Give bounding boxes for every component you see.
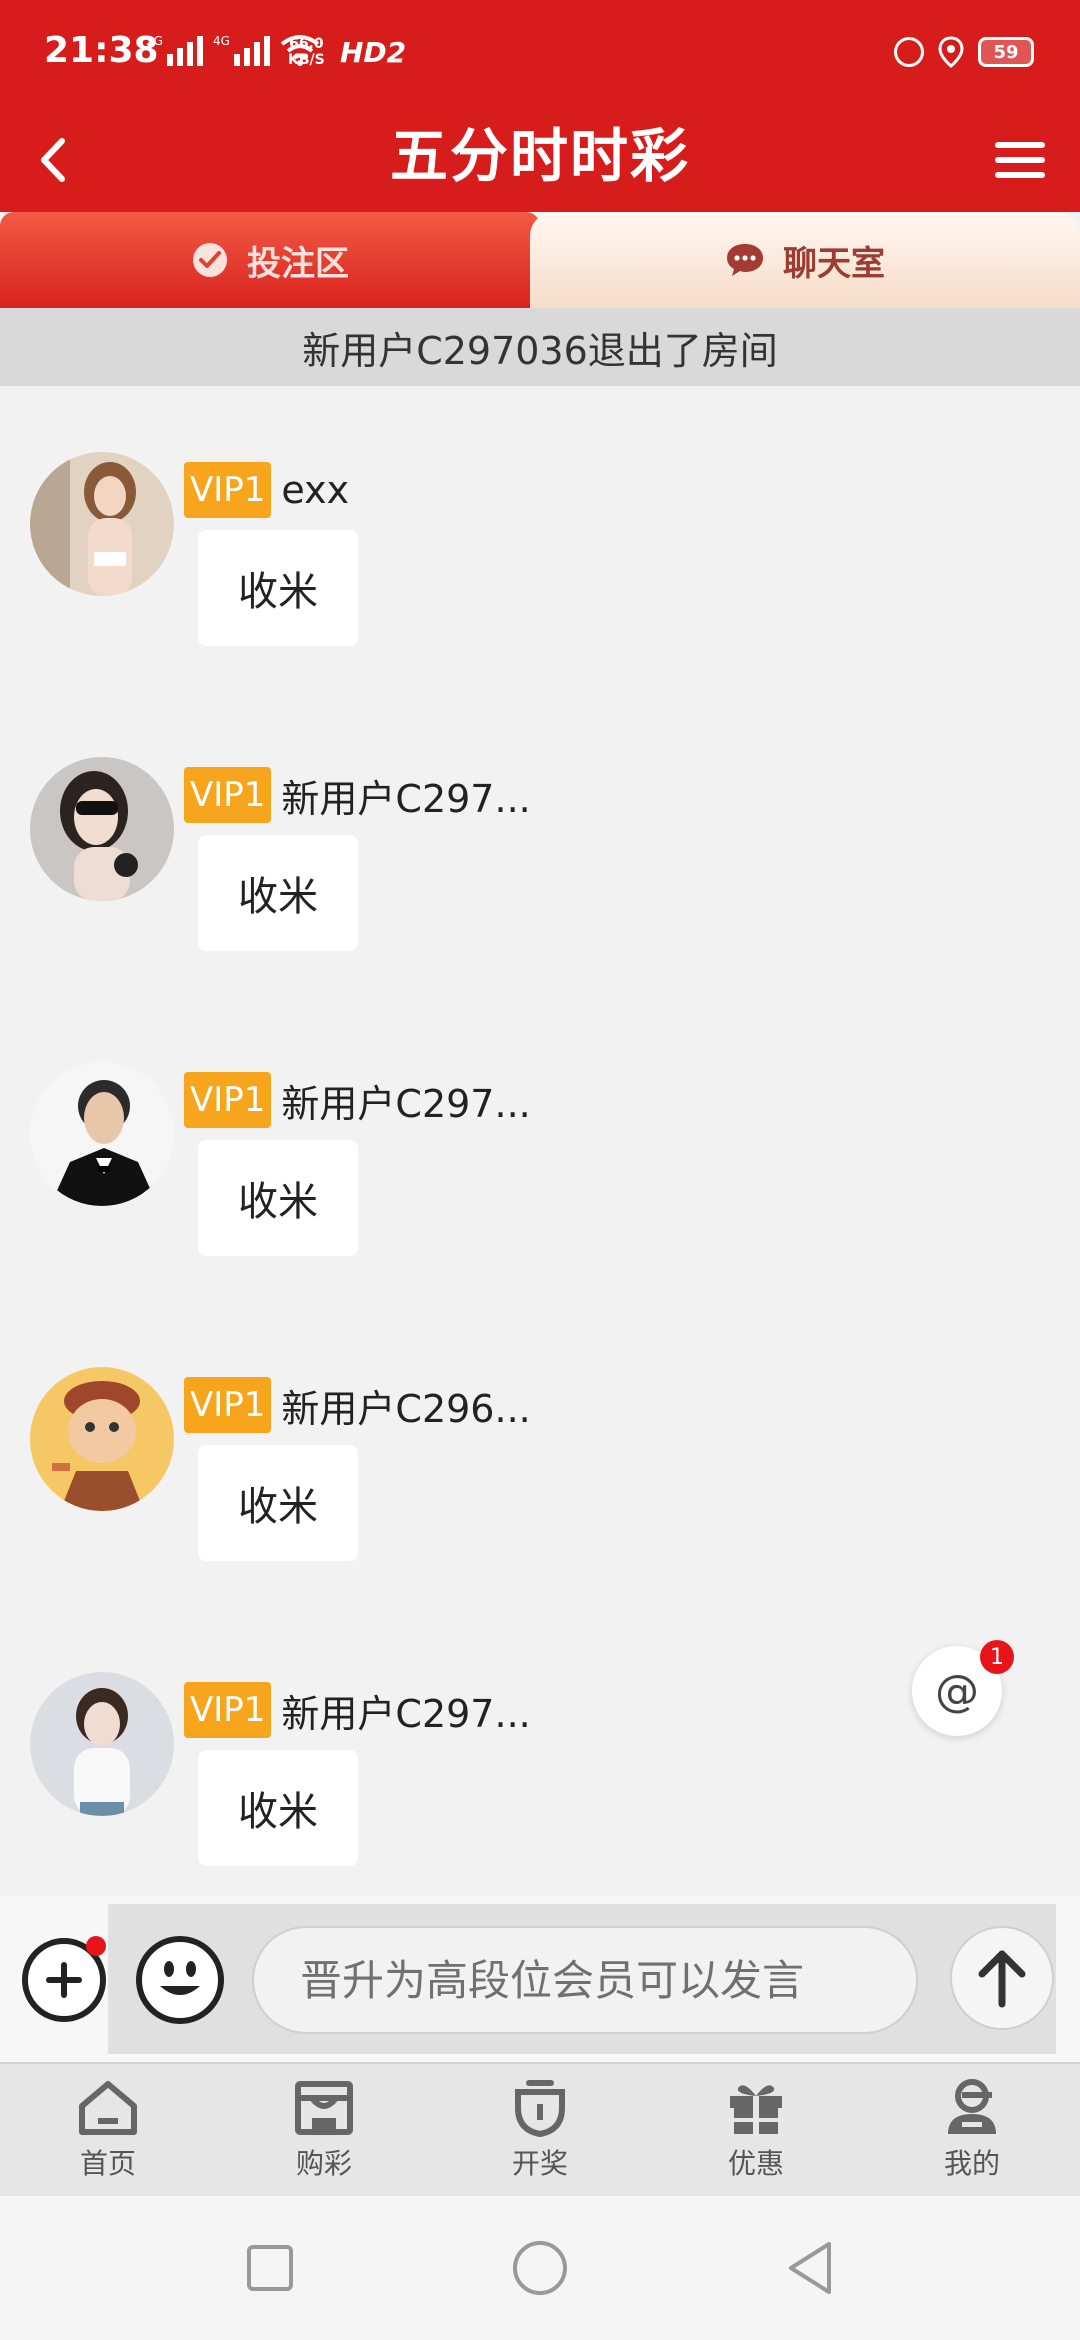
chat-input-bar xyxy=(0,1896,1080,2062)
avatar[interactable] xyxy=(30,1672,174,1816)
notification-dot xyxy=(86,1936,106,1956)
avatar[interactable] xyxy=(30,1367,174,1511)
message-bubble[interactable]: 收米 xyxy=(198,1445,358,1561)
user-icon xyxy=(948,2079,996,2134)
username: exx xyxy=(281,468,350,512)
chat-bubble-icon xyxy=(727,244,763,276)
bottom-nav: 首页 购彩 开奖 优惠 我的 xyxy=(0,2062,1080,2196)
circle-icon xyxy=(513,2241,567,2295)
nav-item-promo[interactable]: 优惠 xyxy=(648,2064,864,2196)
tab-bar: 投注区 聊天室 xyxy=(0,212,1080,308)
page-title: 五分时时彩 xyxy=(389,122,690,190)
menu-button[interactable] xyxy=(982,122,1058,198)
message-header: VIP1 exx xyxy=(184,462,349,518)
network-speed: 66.0 KB/S xyxy=(288,36,325,68)
username: 新用户C297... xyxy=(281,1081,531,1126)
status-right-icons: 59 xyxy=(894,36,1034,68)
app-header: 五分时时彩 xyxy=(0,108,1080,212)
message-bubble[interactable]: 收米 xyxy=(198,1140,358,1256)
vip-badge: VIP1 xyxy=(184,767,272,823)
vip-badge: VIP1 xyxy=(184,462,272,518)
avatar[interactable] xyxy=(30,452,174,596)
avatar[interactable] xyxy=(30,1062,174,1206)
arrow-up-icon xyxy=(978,1950,1026,2008)
nav-home-label: 首页 xyxy=(79,2147,136,2180)
vip-badge: VIP1 xyxy=(184,1682,272,1738)
chat-message: VIP1 新用户C296... 收米 xyxy=(0,1367,1080,1587)
gift-icon xyxy=(730,2085,782,2134)
message-header: VIP1 新用户C297... xyxy=(184,1072,531,1128)
mention-count-badge: 1 xyxy=(980,1640,1014,1674)
lock-rotation-icon xyxy=(894,37,924,67)
send-button[interactable] xyxy=(950,1926,1054,2030)
back-system-button[interactable] xyxy=(775,2233,845,2303)
avatar[interactable] xyxy=(30,757,174,901)
room-notice: 新用户C297036退出了房间 xyxy=(0,308,1080,386)
battery-icon: 59 xyxy=(978,37,1034,67)
chat-message: VIP1 新用户C297... 收米 xyxy=(0,757,1080,977)
hd-indicator: HD2 xyxy=(340,36,407,69)
message-header: VIP1 新用户C297... xyxy=(184,767,531,823)
nav-profile-label: 我的 xyxy=(943,2147,1000,2180)
vip-badge: VIP1 xyxy=(184,1377,272,1433)
app-root: 21:38 2G 4G 66.0 KB/S HD2 59 五分时时彩 投注区 聊… xyxy=(0,0,1080,2340)
nav-item-home[interactable]: 首页 xyxy=(0,2064,216,2196)
nav-item-buy[interactable]: 购彩 xyxy=(216,2064,432,2196)
vip-badge: VIP1 xyxy=(184,1072,272,1128)
username: 新用户C297... xyxy=(281,776,531,821)
square-icon xyxy=(247,2245,293,2291)
tab-betting[interactable]: 投注区 xyxy=(0,212,540,308)
nav-results-label: 开奖 xyxy=(511,2147,568,2180)
tab-chatroom[interactable]: 聊天室 xyxy=(530,212,1080,308)
chat-message: VIP1 exx 收米 xyxy=(0,452,1080,672)
check-circle-icon xyxy=(193,243,227,277)
system-nav-bar xyxy=(0,2196,1080,2340)
home-system-button[interactable] xyxy=(505,2233,575,2303)
status-time: 21:38 xyxy=(44,30,159,71)
smiley-icon xyxy=(160,1961,200,1995)
trophy-icon xyxy=(515,2080,565,2138)
chat-message: VIP1 新用户C297... 收米 xyxy=(0,1062,1080,1282)
status-bar: 21:38 2G 4G 66.0 KB/S HD2 59 xyxy=(0,0,1080,108)
signal-1-icon: 2G xyxy=(146,34,203,66)
message-bubble[interactable]: 收米 xyxy=(198,530,358,646)
tab-chatroom-label: 聊天室 xyxy=(783,243,885,284)
username: 新用户C296... xyxy=(281,1386,531,1431)
store-icon xyxy=(295,2081,353,2135)
hamburger-menu-icon xyxy=(995,142,1045,178)
message-bubble[interactable]: 收米 xyxy=(198,835,358,951)
recent-apps-button[interactable] xyxy=(235,2233,305,2303)
nav-item-profile[interactable]: 我的 xyxy=(864,2064,1080,2196)
location-icon xyxy=(938,36,964,68)
nav-promo-label: 优惠 xyxy=(727,2147,784,2180)
signal-2-icon: 4G xyxy=(213,34,270,66)
message-bubble[interactable]: 收米 xyxy=(198,1750,358,1866)
message-header: VIP1 新用户C296... xyxy=(184,1377,531,1433)
tab-betting-label: 投注区 xyxy=(247,243,349,284)
home-icon xyxy=(79,2081,137,2135)
message-header: VIP1 新用户C297... xyxy=(184,1682,531,1738)
nav-item-results[interactable]: 开奖 xyxy=(432,2064,648,2196)
triangle-back-icon xyxy=(789,2242,831,2294)
emoji-button[interactable] xyxy=(136,1936,224,2024)
username: 新用户C297... xyxy=(281,1691,531,1736)
plus-icon xyxy=(46,1962,82,1998)
message-input[interactable] xyxy=(252,1926,918,2034)
nav-buy-label: 购彩 xyxy=(295,2147,352,2180)
